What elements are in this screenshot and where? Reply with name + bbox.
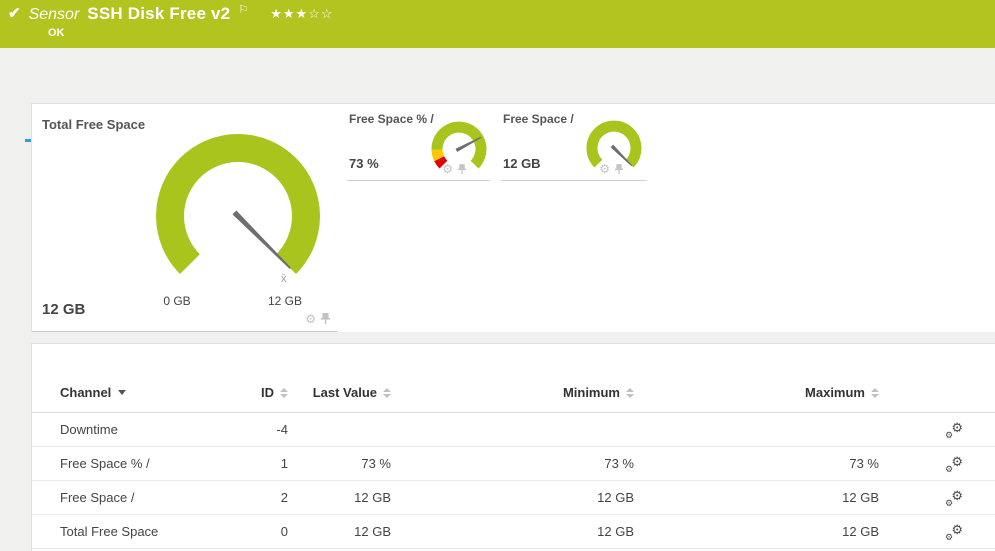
gauge-scale-min: 0 GB [149,294,205,308]
channel-settings-icon[interactable]: ⚙⚙ [945,490,963,506]
channel-last-value: 12 GB [288,524,391,539]
widget-gear-icon[interactable]: ⚙ [305,313,316,325]
gear-icon: ⚙ [945,498,953,509]
channel-minimum: 12 GB [391,490,634,505]
channel-maximum: 73 % [634,456,879,471]
widget-gear-icon[interactable]: ⚙ [599,163,610,175]
column-header-actions [879,400,995,412]
sensor-header-bar: ✔ Sensor SSH Disk Free v2 ⚐ ★★★☆☆ OK [0,0,995,48]
column-header-minimum-label: Minimum [563,385,620,400]
flag-icon[interactable]: ⚐ [238,3,248,16]
gear-icon: ⚙ [945,430,953,441]
total-free-space-gauge-widget: Total Free Space 0 GB 12 GB x̄ 12 GB ⚙ [32,104,338,332]
channel-name: Total Free Space [60,524,220,539]
gauge-title: Free Space % / [349,112,434,126]
tab-bar: Overview ((•)) Live Data 2 days 30 days … [0,48,995,97]
widget-pin-icon[interactable] [458,164,466,175]
table-row: Free Space / 2 12 GB 12 GB 12 GB ⚙⚙ [32,481,995,515]
sensor-name: SSH Disk Free v2 [87,4,230,24]
gear-icon: ⚙ [951,522,963,538]
free-space-percent-gauge-widget: Free Space % / 73 % ⚙ [347,104,490,181]
gear-icon: ⚙ [945,464,953,475]
column-header-id[interactable]: ID [220,385,288,412]
table-header-row: Channel ID Last Value Minimum Maximum [32,344,995,413]
channel-name: Free Space % / [60,456,220,471]
sort-icon [383,388,391,398]
gauge-current-value: 73 % [349,156,379,171]
gauge-current-value: 12 GB [42,301,85,318]
channels-table: Channel ID Last Value Minimum Maximum [32,344,995,549]
channel-id: 2 [220,490,288,505]
column-header-last-value-label: Last Value [313,385,377,400]
sort-desc-icon [118,390,126,395]
table-row: Total Free Space 0 12 GB 12 GB 12 GB ⚙⚙ [32,515,995,549]
table-row: Free Space % / 1 73 % 73 % 73 % ⚙⚙ [32,447,995,481]
sort-icon [626,388,634,398]
status-ok-check-icon: ✔ [8,4,21,22]
channel-maximum: 12 GB [634,490,879,505]
channel-settings-icon[interactable]: ⚙⚙ [945,524,963,540]
channel-last-value: 12 GB [288,490,391,505]
total-free-space-gauge [142,120,334,312]
channel-last-value: 73 % [288,456,391,471]
channel-settings-icon[interactable]: ⚙⚙ [945,422,963,438]
gauge-scale-max: 12 GB [257,294,313,308]
widget-pin-icon[interactable] [321,313,330,325]
gear-icon: ⚙ [945,532,953,543]
table-row: Downtime -4 ⚙⚙ [32,413,995,447]
stars-filled[interactable]: ★★★ [270,6,308,21]
gauge-title: Total Free Space [42,117,145,132]
overview-gauges-panel: Total Free Space 0 GB 12 GB x̄ 12 GB ⚙ F… [31,103,995,332]
sort-icon [871,388,879,398]
column-header-maximum[interactable]: Maximum [634,385,879,412]
channel-id: -4 [220,422,288,437]
object-kind-label: Sensor [29,6,80,24]
gear-icon: ⚙ [951,420,963,436]
column-header-channel[interactable]: Channel [60,385,220,412]
column-header-maximum-label: Maximum [805,385,865,400]
priority-stars[interactable]: ★★★☆☆ [270,6,333,22]
channel-maximum: 12 GB [634,524,879,539]
sensor-title-row: ✔ Sensor SSH Disk Free v2 ⚐ ★★★☆☆ [8,4,334,24]
sort-icon [280,388,288,398]
column-header-last-value[interactable]: Last Value [288,385,391,412]
channel-id: 0 [220,524,288,539]
channel-id: 1 [220,456,288,471]
column-header-channel-label: Channel [60,385,111,400]
stars-empty[interactable]: ☆☆ [308,6,333,21]
gauge-average-marker: x̄ [281,273,287,285]
gauge-current-value: 12 GB [503,156,541,171]
widget-gear-icon[interactable]: ⚙ [442,163,453,175]
channels-table-panel: Channel ID Last Value Minimum Maximum [31,343,995,551]
channel-name: Downtime [60,422,220,437]
column-header-id-label: ID [261,385,274,400]
gear-icon: ⚙ [951,454,963,470]
column-header-minimum[interactable]: Minimum [391,385,634,412]
channel-minimum: 12 GB [391,524,634,539]
channel-name: Free Space / [60,490,220,505]
sensor-status-badge: OK [48,27,65,39]
widget-pin-icon[interactable] [615,164,623,175]
channel-settings-icon[interactable]: ⚙⚙ [945,456,963,472]
channel-minimum: 73 % [391,456,634,471]
gear-icon: ⚙ [951,488,963,504]
gauge-title: Free Space / [503,112,574,126]
free-space-gauge-widget: Free Space / 12 GB ⚙ [501,104,647,181]
